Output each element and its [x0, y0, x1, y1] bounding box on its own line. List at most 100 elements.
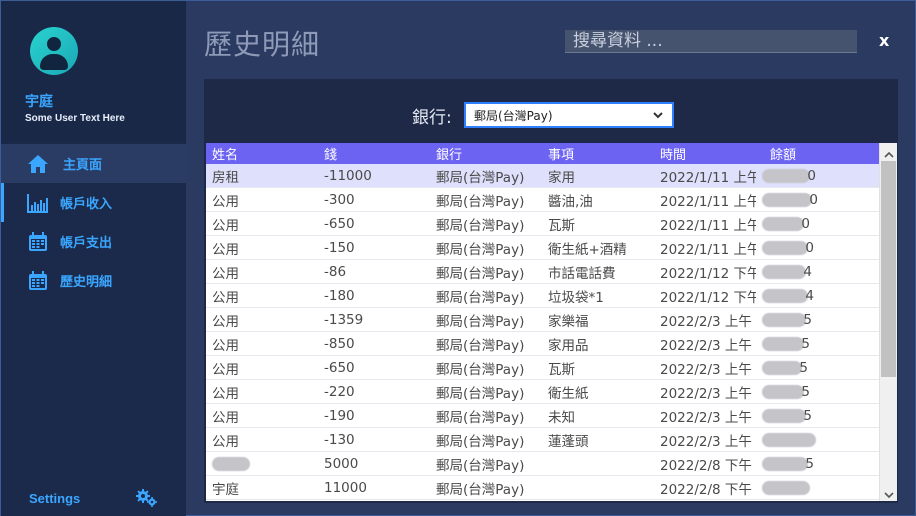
table-row[interactable]: 公用 -130 郵局(台灣Pay) 蓮蓬頭 2022/2/3 上午 — [206, 428, 880, 452]
cell-name: 公用 — [212, 337, 239, 354]
sidebar-item-label: 主頁面 — [63, 158, 103, 173]
table-row[interactable]: 公用 -86 郵局(台灣Pay) 市話電話費 2022/1/12 下午 4 — [206, 260, 880, 284]
cell-name: 公用 — [212, 193, 239, 210]
table-row[interactable]: 公用 -180 郵局(台灣Pay) 垃圾袋*1 2022/1/12 下午 4 — [206, 284, 880, 308]
sidebar-nav: 主頁面 帳戶收入 帳戶支出 歷史明細 — [1, 144, 186, 300]
cell-amount: -86 — [324, 263, 347, 280]
column-header-name[interactable]: 姓名 — [206, 144, 318, 163]
redaction-blur — [762, 432, 816, 447]
sidebar-item-income[interactable]: 帳戶收入 — [1, 183, 186, 222]
redaction-blur — [762, 360, 802, 375]
cell-balance: 0 — [756, 192, 866, 208]
redaction-blur — [762, 192, 812, 207]
balance-tail: 0 — [805, 239, 814, 256]
cell-time: 2022/1/12 下午 — [660, 265, 756, 282]
cell-time: 2022/2/3 上午 — [660, 385, 752, 402]
redacted-balance: 0 — [762, 192, 818, 208]
cell-bank: 郵局(台灣Pay) — [436, 193, 525, 210]
sidebar-item-history[interactable]: 歷史明細 — [1, 261, 186, 300]
column-header-item[interactable]: 事項 — [542, 144, 654, 163]
redacted-balance: 5 — [762, 384, 810, 400]
column-header-bank[interactable]: 銀行 — [430, 144, 542, 163]
cell-amount: -130 — [324, 431, 355, 448]
redacted-balance: 0 — [762, 240, 814, 256]
redaction-blur — [762, 408, 806, 423]
cell-item: 瓦斯 — [548, 361, 575, 378]
table-row[interactable]: 公用 -850 郵局(台灣Pay) 家用品 2022/2/3 上午 5 — [206, 332, 880, 356]
cell-name: 宇庭 — [212, 481, 239, 498]
table-row[interactable]: 公用 -150 郵局(台灣Pay) 衛生紙+酒精 2022/1/11 上午 0 — [206, 236, 880, 260]
scrollbar-thumb[interactable] — [881, 161, 896, 377]
cell-item: 蓮蓬頭 — [548, 433, 589, 450]
cell-bank: 郵局(台灣Pay) — [436, 481, 525, 498]
scroll-up-icon[interactable] — [883, 146, 895, 158]
redaction-blur — [762, 336, 804, 351]
table-row[interactable]: 房租 -11000 郵局(台灣Pay) 家用 2022/1/11 上午 0 — [206, 164, 880, 188]
cell-bank: 郵局(台灣Pay) — [436, 433, 525, 450]
table-row[interactable]: 公用 -220 郵局(台灣Pay) 衛生紙 2022/2/3 上午 5 — [206, 380, 880, 404]
cell-balance: 5 — [756, 456, 866, 472]
redaction-blur — [762, 456, 808, 471]
cell-time: 2022/1/11 上午 — [660, 169, 756, 186]
bank-select-value: 郵局(台灣Pay) — [474, 108, 553, 123]
cell-name: 公用 — [212, 385, 239, 402]
bank-select[interactable]: 郵局(台灣Pay) — [464, 102, 674, 128]
redacted-balance: 5 — [762, 456, 814, 472]
table-row[interactable]: 宇庭 11000 郵局(台灣Pay) 2022/2/8 下午 — [206, 476, 880, 500]
redacted-balance: 5 — [762, 336, 810, 352]
close-button[interactable]: x — [879, 31, 889, 50]
cell-time: 2022/2/3 上午 — [660, 313, 752, 330]
table-scrollbar[interactable] — [879, 143, 897, 501]
cell-balance: 0 — [756, 216, 866, 232]
cell-bank: 郵局(台灣Pay) — [436, 241, 525, 258]
cell-bank: 郵局(台灣Pay) — [436, 409, 525, 426]
cell-item: 垃圾袋*1 — [548, 289, 604, 306]
column-header-time[interactable]: 時間 — [654, 144, 756, 163]
cell-name: 房租 — [212, 169, 239, 186]
cell-item: 家用 — [548, 169, 575, 186]
user-name: 宇庭 — [25, 94, 53, 110]
app-window: 宇庭 Some User Text Here 主頁面 帳戶收入 帳戶支出 歷史明… — [0, 0, 916, 516]
settings-link[interactable]: Settings — [29, 491, 80, 506]
redaction-blur — [762, 384, 804, 399]
search-input[interactable] — [565, 30, 857, 53]
history-panel: 銀行: 郵局(台灣Pay) 姓名 錢 銀行 事項 時間 餘額 房租 -11000 郵… — [204, 79, 898, 503]
table-row[interactable]: 公用 -300 郵局(台灣Pay) 醬油,油 2022/1/11 上午 0 — [206, 188, 880, 212]
table-row[interactable]: 公用 -190 郵局(台灣Pay) 未知 2022/2/3 上午 5 — [206, 404, 880, 428]
sidebar-item-label: 帳戶收入 — [60, 197, 113, 212]
scroll-down-icon[interactable] — [883, 486, 895, 499]
cell-name: 公用 — [212, 361, 239, 378]
column-header-amount[interactable]: 錢 — [318, 144, 430, 163]
balance-tail: 5 — [803, 407, 812, 424]
column-header-balance[interactable]: 餘額 — [756, 144, 866, 163]
cell-item: 瓦斯 — [548, 217, 575, 234]
user-subtitle: Some User Text Here — [25, 113, 125, 124]
cell-time: 2022/2/3 上午 — [660, 433, 752, 450]
balance-tail: 4 — [805, 287, 814, 304]
redacted-balance — [762, 480, 810, 496]
cell-item: 未知 — [548, 409, 575, 426]
table-row[interactable]: 公用 -650 郵局(台灣Pay) 瓦斯 2022/2/3 上午 5 — [206, 356, 880, 380]
cell-item: 醬油,油 — [548, 193, 593, 210]
gear-icon[interactable] — [135, 488, 159, 508]
avatar — [30, 27, 78, 75]
cell-bank: 郵局(台灣Pay) — [436, 385, 525, 402]
balance-tail: 5 — [801, 383, 810, 400]
cell-amount: -190 — [324, 407, 355, 424]
bar-chart-icon — [27, 192, 49, 214]
sidebar-item-home[interactable]: 主頁面 — [1, 144, 186, 183]
table-row[interactable]: 公用 -1359 郵局(台灣Pay) 家樂福 2022/2/3 上午 5 — [206, 308, 880, 332]
cell-balance: 4 — [756, 288, 866, 304]
table-row[interactable]: 公用 -650 郵局(台灣Pay) 瓦斯 2022/1/11 上午 0 — [206, 212, 880, 236]
redaction-blur — [762, 288, 808, 303]
cell-item: 市話電話費 — [548, 265, 616, 282]
cell-bank: 郵局(台灣Pay) — [436, 337, 525, 354]
table-row[interactable]: 5000 郵局(台灣Pay) 2022/2/8 下午 5 — [206, 452, 880, 476]
user-profile: 宇庭 Some User Text Here — [1, 1, 186, 143]
cell-balance: 5 — [756, 312, 866, 328]
balance-tail: 5 — [799, 359, 808, 376]
table-body: 房租 -11000 郵局(台灣Pay) 家用 2022/1/11 上午 0 公用 -300 郵局… — [206, 164, 880, 500]
sidebar-item-expense[interactable]: 帳戶支出 — [1, 222, 186, 261]
redaction-blur — [762, 264, 806, 279]
redacted-balance: 5 — [762, 360, 808, 376]
